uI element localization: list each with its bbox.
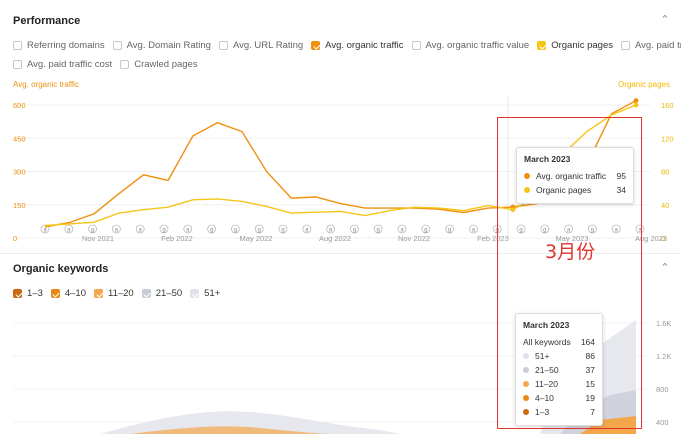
right-axis-tick: 800 <box>656 385 669 394</box>
chevron-up-icon: ⌃ <box>660 262 670 274</box>
x-axis-tick: Nov 2022 <box>398 234 430 243</box>
event-marker-letter: g <box>162 228 165 234</box>
right-axis-tick: 120 <box>661 134 674 143</box>
checkbox-checked-icon[interactable] <box>50 289 60 298</box>
checkbox-51-[interactable]: 51+ <box>190 288 220 299</box>
x-axis-tick: Aug 2022 <box>319 234 351 243</box>
left-axis-tick: 0 <box>13 234 17 243</box>
right-axis-tick: 1.2K <box>656 352 671 361</box>
checkbox-4-10[interactable]: 4–10 <box>50 288 86 299</box>
checkbox-label: 4–10 <box>64 288 86 299</box>
event-marker-letter: g <box>424 228 427 234</box>
right-axis-tick: 400 <box>656 418 669 427</box>
right-axis-tick: 80 <box>661 168 669 177</box>
checkbox-checked-icon[interactable] <box>141 289 151 298</box>
checkbox-checked-icon[interactable] <box>13 289 22 298</box>
x-axis-tick: Feb 2022 <box>161 234 193 243</box>
event-marker-letter: g <box>281 228 284 234</box>
annotation-note: 3月份 <box>545 241 596 263</box>
data-point <box>633 98 639 103</box>
checkbox-label: 21–50 <box>155 288 183 299</box>
event-marker-letter: g <box>448 228 451 234</box>
keyword-filters: 1–3 4–10 11–20 21–50 51+ <box>13 288 228 299</box>
checkbox-11-20[interactable]: 11–20 <box>94 288 134 299</box>
checkbox-21-50[interactable]: 21–50 <box>141 288 183 299</box>
right-axis-tick: 40 <box>661 201 669 210</box>
keywords-collapse-button[interactable]: ⌃ <box>658 261 672 275</box>
checkbox-label: 11–20 <box>108 288 134 299</box>
keywords-title: Organic keywords <box>13 263 109 275</box>
event-marker-letter: g <box>258 228 261 234</box>
event-marker-letter: g <box>210 228 213 234</box>
event-marker-letter: g <box>377 228 380 234</box>
x-axis-tick: May 2022 <box>240 234 273 243</box>
checkbox-label: 1–3 <box>27 288 43 299</box>
checkbox-label: 51+ <box>204 288 221 299</box>
left-axis-tick: 150 <box>13 201 26 210</box>
checkbox-checked-icon[interactable] <box>190 289 200 298</box>
left-axis-tick: 300 <box>13 168 26 177</box>
left-axis-tick: 600 <box>13 101 26 110</box>
right-axis-tick: 160 <box>661 101 674 110</box>
x-axis-tick: Nov 2021 <box>82 234 114 243</box>
event-marker-letter: g <box>353 228 356 234</box>
event-marker-letter: g <box>234 228 237 234</box>
highlight-box <box>497 117 642 429</box>
checkbox-1-3[interactable]: 1–3 <box>13 288 43 299</box>
event-marker-letter: g <box>91 228 94 234</box>
data-point <box>633 102 639 108</box>
right-axis-tick: 1.6K <box>656 319 671 328</box>
checkbox-checked-icon[interactable] <box>94 289 103 298</box>
left-axis-tick: 450 <box>13 134 26 143</box>
